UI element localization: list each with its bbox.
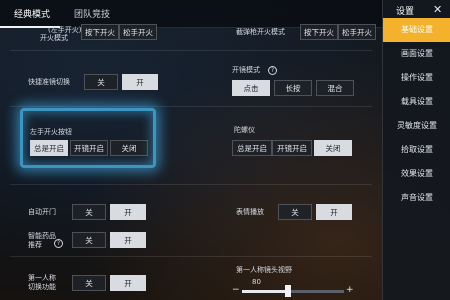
fpp-switch-off-button[interactable]: 关 bbox=[72, 275, 106, 291]
auto-door-on-button[interactable]: 开 bbox=[110, 204, 146, 220]
smart-medicine-off-button[interactable]: 关 bbox=[72, 232, 106, 248]
row-divider bbox=[10, 256, 372, 257]
fov-plus-button[interactable]: + bbox=[346, 285, 354, 295]
scope-fire-release-button[interactable]: 松手开火 bbox=[338, 24, 376, 40]
sidebar-item-basic[interactable]: 基础设置 bbox=[383, 18, 450, 42]
sidebar-item-effects[interactable]: 效果设置 bbox=[383, 162, 450, 186]
emoji-play-label: 表情播放 bbox=[236, 208, 264, 216]
gyroscope-label: 陀螺仪 bbox=[234, 126, 255, 134]
fire-mode-label: 开火模式 bbox=[40, 34, 68, 42]
sidebar-title: 设置 bbox=[396, 7, 415, 17]
sidebar-item-sensitivity[interactable]: 灵敏度设置 bbox=[383, 114, 450, 138]
scope-fire-press-button[interactable]: 按下开火 bbox=[300, 24, 338, 40]
smart-medicine-help-icon[interactable]: ? bbox=[54, 239, 63, 248]
quick-switch-off-button[interactable]: 关 bbox=[84, 74, 118, 90]
auto-door-off-button[interactable]: 关 bbox=[72, 204, 106, 220]
fov-minus-button[interactable]: − bbox=[232, 285, 240, 295]
fpp-switch-label: 第一人称 bbox=[28, 274, 56, 282]
tab-team-deathmatch[interactable]: 团队竞技 bbox=[74, 7, 110, 20]
fov-slider-fill bbox=[242, 290, 288, 293]
fire-press-button[interactable]: 按下开火 bbox=[81, 24, 119, 40]
sidebar-item-vehicle[interactable]: 载具设置 bbox=[383, 90, 450, 114]
scope-fire-mode-label: 截弹枪开火模式 bbox=[236, 28, 285, 36]
row-divider bbox=[10, 184, 372, 185]
auto-door-label: 自动开门 bbox=[28, 208, 56, 216]
fpp-fov-value: 80 bbox=[252, 278, 261, 286]
sidebar-item-controls[interactable]: 操作设置 bbox=[383, 66, 450, 90]
sidebar-item-pickup[interactable]: 拾取设置 bbox=[383, 138, 450, 162]
gyroscope-off-button[interactable]: 关闭 bbox=[314, 140, 352, 156]
fov-slider-track[interactable] bbox=[242, 290, 344, 293]
settings-sidebar: 设置 基础设置 画面设置 操作设置 载具设置 灵敏度设置 拾取设置 效果设置 声… bbox=[382, 0, 450, 300]
smart-medicine-label: 智能药品 bbox=[28, 232, 56, 240]
gyroscope-always-on-button[interactable]: 总是开启 bbox=[232, 140, 272, 156]
fpp-switch-label-line2: 切换功能 bbox=[28, 283, 56, 291]
row-divider bbox=[10, 106, 372, 107]
scope-mode-label: 开镜模式 bbox=[232, 66, 260, 74]
sidebar-item-audio[interactable]: 声音设置 bbox=[383, 186, 450, 210]
quick-switch-on-button[interactable]: 开 bbox=[122, 74, 158, 90]
row-divider bbox=[10, 50, 372, 51]
fire-release-button[interactable]: 松手开火 bbox=[119, 24, 157, 40]
scope-mode-help-icon[interactable]: ? bbox=[268, 66, 277, 75]
emoji-play-off-button[interactable]: 关 bbox=[278, 204, 312, 220]
smart-medicine-on-button[interactable]: 开 bbox=[110, 232, 146, 248]
fpp-fov-label: 第一人称镜头视野 bbox=[236, 266, 292, 274]
smart-medicine-label-line2: 推荐 bbox=[28, 241, 42, 249]
tab-classic-mode[interactable]: 经典模式 bbox=[14, 7, 50, 20]
sidebar-item-graphics[interactable]: 画面设置 bbox=[383, 42, 450, 66]
scope-mode-hold-button[interactable]: 长按 bbox=[274, 80, 312, 96]
scope-mode-tap-button[interactable]: 点击 bbox=[232, 80, 270, 96]
scope-mode-mixed-button[interactable]: 混合 bbox=[316, 80, 354, 96]
highlight-glow-frame bbox=[20, 108, 156, 168]
fov-slider-thumb[interactable] bbox=[284, 285, 291, 297]
quick-switch-label: 快捷准镜切换 bbox=[28, 78, 70, 86]
emoji-play-on-button[interactable]: 开 bbox=[316, 204, 352, 220]
fpp-switch-on-button[interactable]: 开 bbox=[110, 275, 146, 291]
gyroscope-scope-on-button[interactable]: 开镜开启 bbox=[272, 140, 312, 156]
close-icon[interactable]: ✕ bbox=[433, 3, 442, 16]
